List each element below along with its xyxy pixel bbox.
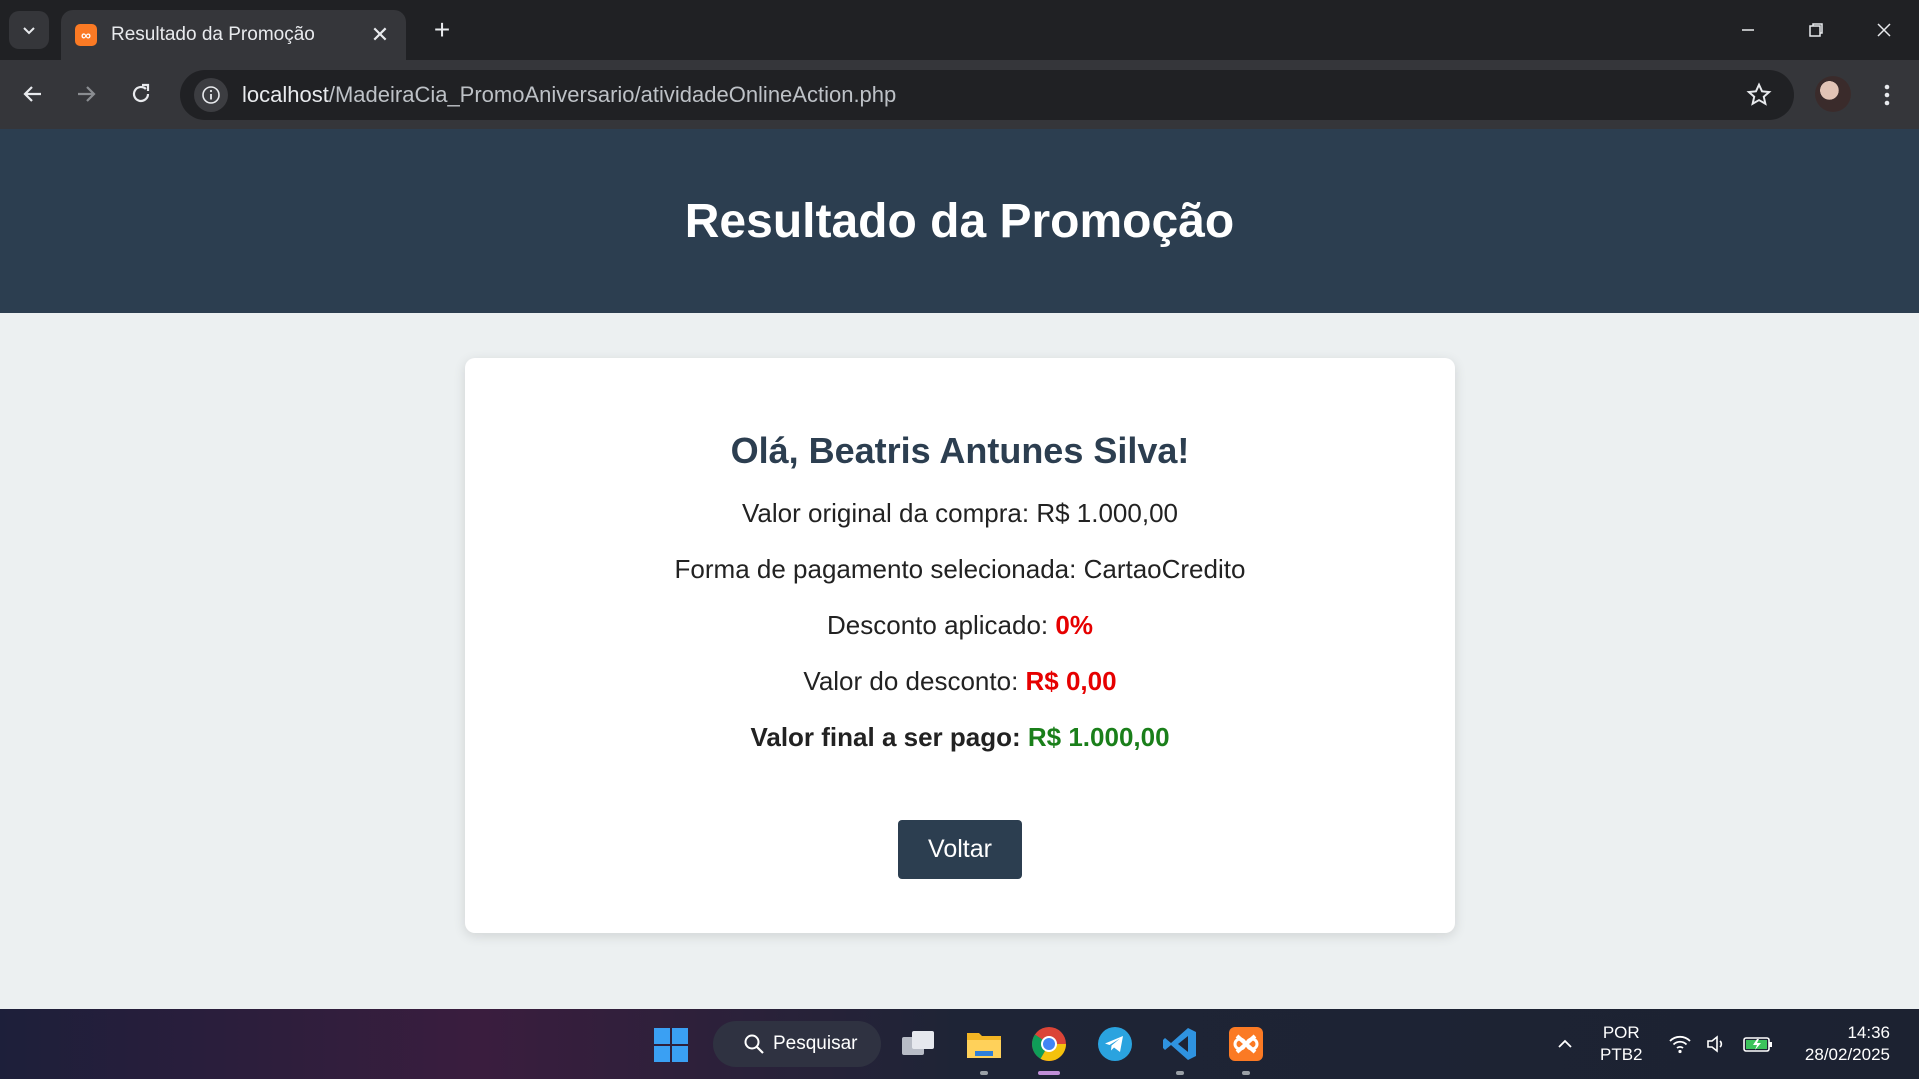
close-window-button[interactable]	[1849, 0, 1919, 60]
show-hidden-icons-button[interactable]	[1555, 1009, 1575, 1079]
discount-rate-label: Desconto aplicado:	[827, 610, 1056, 640]
final-value: R$ 1.000,00	[1027, 722, 1170, 752]
address-bar[interactable]: localhost/MadeiraCia_PromoAniversario/at…	[180, 70, 1794, 120]
discount-amount-label: Valor do desconto:	[803, 666, 1026, 696]
running-indicator	[1242, 1071, 1250, 1075]
payment-method-value: CartaoCredito	[1083, 554, 1246, 584]
active-indicator	[1038, 1071, 1060, 1075]
final-value-line: Valor final a ser pago: R$ 1.000,00	[465, 722, 1455, 753]
task-view-icon[interactable]	[897, 1022, 941, 1066]
page-header: Resultado da Promoção	[0, 129, 1919, 313]
network-icon[interactable]	[1668, 1009, 1692, 1079]
language-indicator[interactable]: POR PTB2	[1600, 1009, 1643, 1079]
browser-tab[interactable]: ∞ Resultado da Promoção ✕	[61, 10, 406, 60]
reload-icon	[132, 83, 150, 103]
clock-date: 28/02/2025	[1804, 1045, 1890, 1064]
keyboard-layout: PTB2	[1600, 1045, 1643, 1064]
original-value: R$ 1.000,00	[1036, 498, 1178, 528]
bookmark-star-icon[interactable]	[1746, 82, 1772, 113]
url-path: /MadeiraCia_PromoAniversario/atividadeOn…	[328, 82, 897, 107]
minimize-button[interactable]	[1713, 0, 1783, 60]
browser-menu-button[interactable]	[1872, 76, 1902, 114]
taskbar-search[interactable]: Pesquisar	[713, 1021, 881, 1067]
file-explorer-icon[interactable]	[962, 1022, 1006, 1075]
battery-icon[interactable]	[1742, 1009, 1774, 1079]
xampp-favicon-icon: ∞	[75, 24, 97, 46]
restore-button[interactable]	[1781, 0, 1851, 60]
arrow-left-icon	[23, 86, 41, 102]
payment-method-label: Forma de pagamento selecionada:	[674, 554, 1084, 584]
restore-icon	[1809, 23, 1823, 37]
web-page: Resultado da Promoção Olá, Beatris Antun…	[0, 129, 1919, 1009]
close-icon	[1877, 23, 1891, 37]
running-indicator	[980, 1071, 988, 1075]
url-host: localhost	[242, 82, 329, 107]
page-title: Resultado da Promoção	[684, 194, 1235, 248]
back-button[interactable]	[13, 74, 53, 114]
language-code: POR	[1602, 1023, 1640, 1042]
discount-amount-value: R$ 0,00	[1025, 666, 1117, 696]
minimize-icon	[1742, 29, 1754, 31]
chevron-up-icon	[1558, 1039, 1572, 1048]
browser-toolbar: localhost/MadeiraCia_PromoAniversario/at…	[0, 60, 1919, 129]
telegram-icon[interactable]	[1093, 1022, 1137, 1066]
tab-strip: ∞ Resultado da Promoção ✕ +	[0, 0, 1919, 60]
new-tab-button[interactable]: +	[424, 12, 460, 48]
xampp-icon[interactable]	[1224, 1022, 1268, 1075]
url-text: localhost/MadeiraCia_PromoAniversario/at…	[242, 82, 896, 108]
greeting-heading: Olá, Beatris Antunes Silva!	[730, 430, 1190, 471]
final-value-label: Valor final a ser pago:	[750, 722, 1028, 752]
payment-method-line: Forma de pagamento selecionada: CartaoCr…	[465, 554, 1455, 585]
chevron-down-icon	[23, 27, 35, 35]
discount-rate-line: Desconto aplicado: 0%	[465, 610, 1455, 641]
system-clock[interactable]: 14:36 28/02/2025	[1790, 1009, 1890, 1079]
discount-rate-value: 0%	[1055, 610, 1093, 640]
original-value-label: Valor original da compra:	[742, 498, 1037, 528]
chrome-icon[interactable]	[1027, 1022, 1071, 1075]
search-icon	[744, 1034, 764, 1054]
profile-avatar[interactable]	[1815, 76, 1851, 112]
site-info-icon[interactable]	[194, 78, 228, 112]
tab-search-button[interactable]	[9, 11, 49, 49]
tab-title: Resultado da Promoção	[111, 24, 315, 45]
close-tab-icon[interactable]: ✕	[368, 22, 392, 48]
result-card: Olá, Beatris Antunes Silva! Valor origin…	[465, 358, 1455, 933]
more-vertical-icon	[1884, 84, 1890, 106]
windows-taskbar: Pesquisar POR PTB2 14:36 28/02/2025	[0, 1009, 1919, 1079]
forward-button[interactable]	[66, 74, 106, 114]
back-link-button[interactable]: Voltar	[898, 820, 1022, 879]
original-value-line: Valor original da compra: R$ 1.000,00	[465, 498, 1455, 529]
taskbar-search-label: Pesquisar	[773, 1033, 858, 1054]
reload-button[interactable]	[121, 74, 161, 114]
running-indicator	[1176, 1071, 1184, 1075]
vscode-icon[interactable]	[1158, 1022, 1202, 1075]
windows-start-icon[interactable]	[653, 1027, 689, 1063]
volume-icon[interactable]	[1705, 1009, 1729, 1079]
arrow-right-icon	[78, 86, 96, 102]
clock-time: 14:36	[1847, 1023, 1890, 1042]
discount-amount-line: Valor do desconto: R$ 0,00	[465, 666, 1455, 697]
